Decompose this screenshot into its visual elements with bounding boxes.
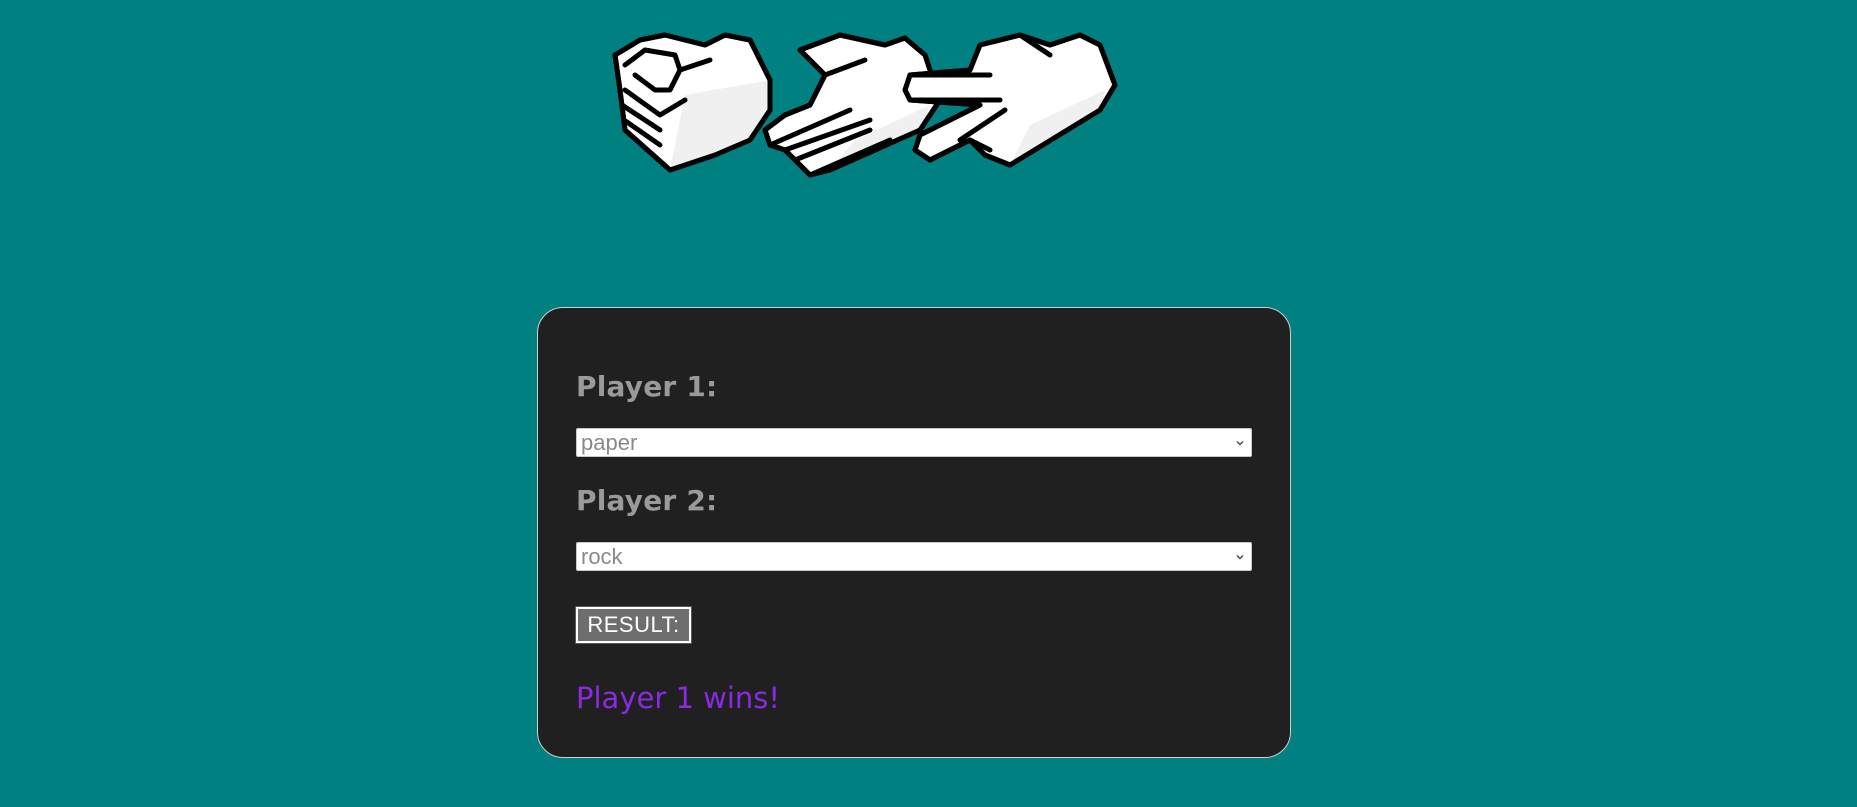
chevron-down-icon: [1236, 441, 1244, 446]
rock-paper-scissors-hands-icon: [610, 30, 1220, 205]
player1-selected-value: paper: [581, 430, 638, 455]
player1-select[interactable]: paper: [576, 428, 1252, 457]
game-card: Player 1: paper Player 2: rock RESULT: P…: [537, 307, 1291, 758]
player2-selected-value: rock: [581, 544, 623, 569]
player2-label: Player 2:: [576, 484, 718, 517]
player1-label: Player 1:: [576, 370, 718, 403]
outcome-text: Player 1 wins!: [576, 681, 781, 715]
result-button[interactable]: RESULT:: [575, 606, 692, 644]
chevron-down-icon: [1236, 555, 1244, 560]
player2-select[interactable]: rock: [576, 542, 1252, 571]
page: Player 1: paper Player 2: rock RESULT: P…: [0, 0, 1857, 807]
